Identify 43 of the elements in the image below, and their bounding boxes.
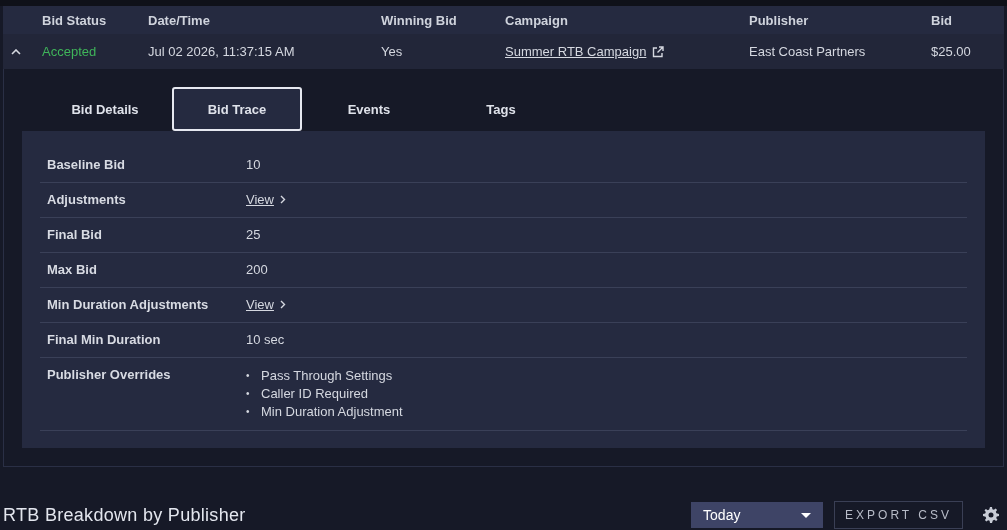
field-label: Final Min Duration [47, 332, 162, 347]
status-cell-text: Accepted [42, 44, 98, 59]
tab[interactable]: Bid Trace [172, 87, 302, 131]
override-item: Pass Through Settings [261, 367, 393, 385]
column-header: Winning Bid [381, 12, 458, 28]
bullet: • [246, 405, 251, 419]
chevron-right-icon [279, 300, 286, 309]
field-label: Max Bid [47, 262, 98, 277]
override-item: Caller ID Required [261, 385, 368, 403]
chevron-right-icon [279, 195, 286, 204]
column-header: Bid Status [42, 12, 108, 28]
external-link-icon[interactable] [652, 45, 665, 58]
caret-icon [801, 512, 812, 518]
export-button[interactable]: EXPORT CSV [834, 501, 963, 529]
field-label: Baseline Bid [47, 157, 127, 172]
table-cell-text: East Coast Partners [749, 44, 867, 59]
column-header: Publisher [749, 12, 810, 28]
bullet: • [246, 369, 251, 383]
table-cell-text: $25.00 [931, 44, 972, 59]
field-value: 200 [246, 262, 269, 277]
tab[interactable]: Events [304, 87, 434, 131]
bullet: • [246, 387, 251, 401]
settings-icon[interactable] [983, 507, 999, 523]
tab[interactable]: Bid Details [40, 87, 170, 131]
view-link[interactable]: View [246, 297, 274, 312]
field-label: Publisher Overrides [47, 367, 172, 382]
column-header: Campaign [505, 12, 569, 28]
view-link[interactable]: View [246, 192, 274, 207]
override-item: Min Duration Adjustment [261, 403, 403, 421]
section-title: RTB Breakdown by Publisher [3, 504, 247, 526]
table-cell-text: Yes [381, 44, 404, 59]
field-label: Adjustments [47, 192, 127, 207]
field-value: 25 [246, 227, 262, 242]
field-value: 10 [246, 157, 262, 172]
campaign-link[interactable]: Summer RTB Campaign [505, 44, 647, 59]
field-label: Min Duration Adjustments [47, 297, 210, 312]
column-header: Bid [931, 12, 953, 28]
date-range-dropdown[interactable]: Today [691, 502, 824, 528]
table-cell-text: Jul 02 2026, 11:37:15 AM [148, 44, 296, 59]
field-value: 10 sec [246, 332, 286, 347]
column-header: Date/Time [148, 12, 211, 28]
field-label: Final Bid [47, 227, 103, 242]
tab[interactable]: Tags [436, 87, 566, 131]
